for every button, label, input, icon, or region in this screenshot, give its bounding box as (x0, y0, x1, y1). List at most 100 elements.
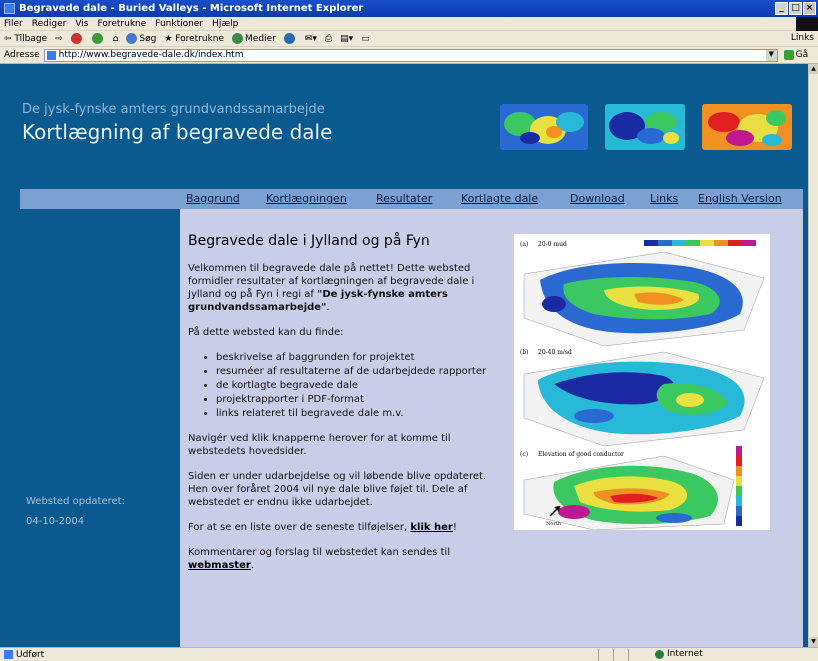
figure-label-a: (a) (520, 241, 528, 248)
forward-button[interactable]: ⇨ (55, 34, 63, 44)
mail-button[interactable]: ✉▾ (305, 34, 317, 44)
under-construction-paragraph: Siden er under udarbejdelse og vil løben… (188, 471, 487, 508)
sidebar: Websted opdateret: 04-10-2004 (20, 209, 180, 647)
windows-logo-icon (796, 17, 818, 31)
refresh-icon (91, 33, 103, 44)
page-heading: Begravede dale i Jylland og på Fyn (188, 233, 430, 249)
address-label: Adresse (4, 50, 40, 60)
nav-download[interactable]: Download (570, 192, 625, 205)
back-button[interactable]: ⇦ Tilbage (4, 34, 47, 44)
main-content: Begravede dale i Jylland og på Fyn Velko… (180, 209, 803, 647)
menu-bar: Filer Rediger Vis Foretrukne Funktioner … (0, 17, 818, 31)
main-nav: Baggrund Kortlægningen Resultater Kortla… (20, 189, 803, 209)
mail-icon: ✉▾ (304, 33, 317, 44)
map-layer-c (523, 455, 735, 531)
home-button[interactable]: ⌂ (113, 34, 119, 44)
list-item: beskrivelse af baggrunden for projektet (216, 351, 498, 364)
links-label[interactable]: Links (791, 33, 814, 43)
nav-english-version[interactable]: English Version (698, 192, 782, 205)
contact-paragraph: Kommentarer og forslag til webstedet kan… (188, 547, 451, 571)
search-icon (126, 33, 138, 44)
header-map-thumbnail-3 (702, 104, 792, 150)
menu-tools[interactable]: Funktioner (155, 19, 203, 29)
discuss-button[interactable]: ▭ (361, 34, 370, 44)
discuss-icon: ▭ (361, 33, 370, 44)
address-input[interactable]: http://www.begravede-dale.dk/index.htm ▼ (43, 48, 778, 62)
page-done-icon (4, 650, 13, 659)
navigate-paragraph: Navigér ved klik knapperne herover for a… (188, 433, 451, 457)
find-intro: På dette websted kan du finde: (188, 327, 344, 338)
back-arrow-icon: ⇦ (4, 33, 15, 44)
page-icon (46, 50, 56, 60)
history-button[interactable] (283, 33, 297, 44)
window-title: Begravede dale - Buried Valleys - Micros… (19, 3, 364, 14)
home-icon: ⌂ (112, 33, 119, 44)
list-item: links relateret til begravede dale m.v. (216, 407, 498, 420)
edit-button[interactable]: ▤▾ (340, 34, 353, 44)
north-label: North (546, 521, 562, 527)
figure-label-c-text: Elevation of good conductor (538, 451, 624, 458)
favorites-button[interactable]: ★ Foretrukne (164, 34, 224, 44)
security-zone: Internet (655, 649, 703, 659)
site-title: Kortlægning af begravede dale (22, 120, 333, 144)
nav-kortlagte-dale[interactable]: Kortlagte dale (461, 192, 538, 205)
edit-icon: ▤▾ (340, 33, 354, 44)
stop-icon (70, 33, 82, 44)
figure-label-a-text: 20-0 mud (538, 241, 567, 248)
nav-links[interactable]: Links (650, 192, 678, 205)
updated-date: 04-10-2004 (26, 516, 85, 527)
menu-view[interactable]: Vis (75, 19, 88, 29)
menu-file[interactable]: Filer (4, 19, 23, 29)
figure-label-b-text: 20-40 m/sd (538, 349, 572, 356)
menu-edit[interactable]: Rediger (32, 19, 67, 29)
stop-button[interactable] (70, 33, 84, 44)
map-layer-a (523, 251, 765, 347)
nav-kortlaegningen[interactable]: Kortlægningen (266, 192, 347, 205)
address-bar: Adresse http://www.begravede-dale.dk/ind… (0, 47, 818, 64)
search-button[interactable]: Søg (126, 33, 156, 44)
media-button[interactable]: Medier (232, 33, 276, 44)
print-icon: ⎙ (324, 33, 333, 44)
maximize-button[interactable]: □ (789, 2, 802, 15)
go-button[interactable]: Gå (783, 50, 808, 60)
address-url: http://www.begravede-dale.dk/index.htm (58, 50, 244, 60)
menu-help[interactable]: Hjælp (212, 19, 238, 29)
site-header: De jysk-fynske amters grundvandssamarbej… (0, 64, 808, 188)
media-icon (232, 33, 244, 44)
scroll-down-icon[interactable]: ▼ (809, 637, 818, 647)
figure-label-c: (c) (520, 451, 528, 458)
feature-list: beskrivelse af baggrunden for projektet … (216, 351, 498, 420)
latest-paragraph: For at se en liste over de seneste tilfø… (188, 522, 457, 533)
list-item: de kortlagte begravede dale (216, 379, 498, 392)
minimize-button[interactable]: _ (775, 2, 788, 15)
toolbar: ⇦ Tilbage ⇨ ⌂ Søg ★ Foretrukne Medier ✉▾… (0, 31, 818, 47)
status-text: Udført (16, 649, 45, 660)
go-arrow-icon (783, 50, 794, 60)
site-subtitle: De jysk-fynske amters grundvandssamarbej… (22, 102, 325, 117)
window-controls: _ □ × (775, 2, 816, 15)
star-icon: ★ (164, 33, 176, 44)
vertical-scrollbar[interactable]: ▲ ▼ (808, 64, 818, 647)
nav-baggrund[interactable]: Baggrund (186, 192, 240, 205)
print-button[interactable]: ⎙ (325, 34, 332, 44)
scroll-up-icon[interactable]: ▲ (809, 64, 818, 74)
updated-label: Websted opdateret: (26, 496, 125, 507)
history-icon (283, 33, 295, 44)
buried-valley-figure: (a) 20-0 mud (b) 20-40 m/sd (c) Elevatio… (514, 234, 770, 531)
globe-icon (655, 649, 664, 659)
chevron-down-icon[interactable]: ▼ (765, 49, 777, 61)
close-button[interactable]: × (803, 2, 816, 15)
content-text-column: Begravede dale i Jylland og på Fyn Velko… (188, 233, 498, 584)
menu-favorites[interactable]: Foretrukne (97, 19, 146, 29)
nav-resultater[interactable]: Resultater (376, 192, 432, 205)
refresh-button[interactable] (91, 33, 105, 44)
forward-arrow-icon: ⇨ (55, 33, 63, 44)
latest-additions-link[interactable]: klik her (410, 522, 452, 533)
figure-label-b: (b) (520, 349, 529, 356)
header-map-thumbnail-2 (605, 104, 685, 150)
header-map-thumbnail-1 (500, 104, 588, 150)
webmaster-link[interactable]: webmaster (188, 560, 251, 571)
intro-paragraph: Velkommen til begravede dale på nettet! … (188, 263, 475, 313)
vertical-color-scale (736, 446, 742, 526)
page-viewport: De jysk-fynske amters grundvandssamarbej… (0, 64, 808, 647)
